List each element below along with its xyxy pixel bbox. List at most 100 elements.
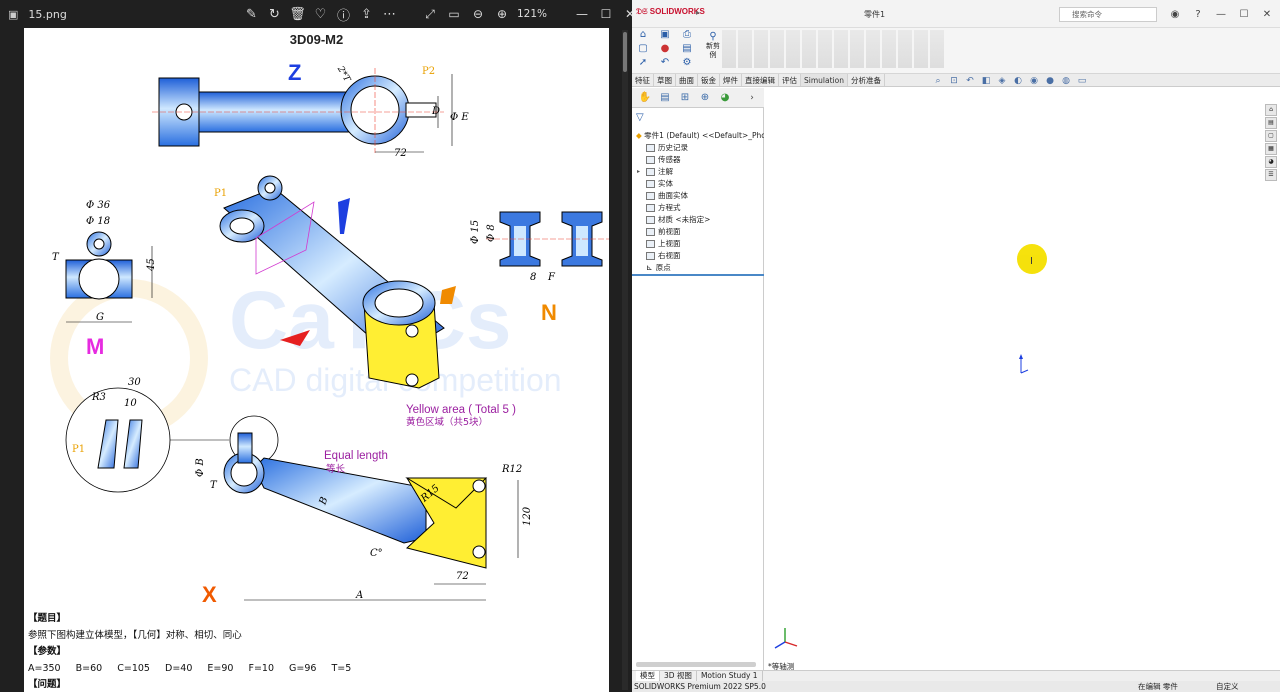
- tab-sketch[interactable]: 草图: [654, 74, 676, 86]
- tree-item-annotations[interactable]: ▸ 注解: [632, 166, 764, 178]
- tab-3d-views[interactable]: 3D 视图: [660, 671, 697, 681]
- new-icon[interactable]: ▢: [636, 43, 650, 54]
- expand-icon[interactable]: ⤢: [418, 0, 442, 28]
- appearances-icon[interactable]: ◕: [1265, 156, 1277, 168]
- tree-item-sensors[interactable]: 传感器: [632, 154, 764, 166]
- info-icon[interactable]: ⓘ: [332, 0, 355, 28]
- configuration-manager-icon[interactable]: ⊞: [676, 90, 694, 106]
- help-icon[interactable]: ?: [1188, 6, 1208, 22]
- rotate-icon[interactable]: ↻: [263, 0, 286, 28]
- fit-icon[interactable]: ▭: [442, 0, 466, 28]
- appearance-icon[interactable]: ●: [1044, 76, 1056, 86]
- print-icon[interactable]: ⎙: [680, 29, 694, 40]
- property-manager-icon[interactable]: ▤: [656, 90, 674, 106]
- minimize-icon[interactable]: —: [1211, 6, 1231, 22]
- ribbon-btn[interactable]: [802, 30, 816, 68]
- more-icon[interactable]: ⋯: [378, 0, 401, 28]
- tab-simulation[interactable]: Simulation: [801, 74, 848, 86]
- previous-view-icon[interactable]: ↶: [964, 76, 976, 86]
- view-palette-icon[interactable]: ▦: [1265, 143, 1277, 155]
- share-icon[interactable]: ⇪: [355, 0, 378, 28]
- view-orientation-icon[interactable]: ◈: [996, 76, 1008, 86]
- zoom-fit-icon[interactable]: ⌕: [932, 76, 944, 86]
- viewer-scrollbar[interactable]: [622, 30, 628, 690]
- tab-sheet-metal[interactable]: 钣金: [698, 74, 720, 86]
- scene-icon[interactable]: ◍: [1060, 76, 1072, 86]
- tab-analysis-prep[interactable]: 分析准备: [848, 74, 885, 86]
- zoom-out-icon[interactable]: ⊖: [466, 0, 490, 28]
- settings-icon[interactable]: ⚙: [680, 57, 694, 68]
- menu-arrow-icon[interactable]: ▸: [696, 8, 700, 17]
- tree-item-surface-bodies[interactable]: 曲面实体: [632, 190, 764, 202]
- close-icon[interactable]: ✕: [1257, 6, 1277, 22]
- delete-icon[interactable]: 🗑: [286, 0, 309, 28]
- design-library-icon[interactable]: ▤: [1265, 117, 1277, 129]
- tab-motion-study[interactable]: Motion Study 1: [697, 671, 763, 681]
- resources-icon[interactable]: ⌂: [1265, 104, 1277, 116]
- file-explorer-icon[interactable]: ▢: [1265, 130, 1277, 142]
- ribbon-btn[interactable]: [770, 30, 784, 68]
- tree-item-history[interactable]: 历史记录: [632, 142, 764, 154]
- undo-icon[interactable]: ↶: [658, 57, 672, 68]
- tree-item-origin[interactable]: ⊾ 原点: [632, 262, 764, 274]
- ribbon-btn[interactable]: [754, 30, 768, 68]
- tree-root[interactable]: ◆ 零件1 (Default) <<Default>_Photo\: [632, 130, 764, 142]
- select-icon[interactable]: ➚: [636, 57, 650, 68]
- ribbon-btn[interactable]: [866, 30, 880, 68]
- ribbon-btn[interactable]: [738, 30, 752, 68]
- expand-icon[interactable]: ▸: [637, 166, 640, 178]
- tab-weldments[interactable]: 焊件: [720, 74, 742, 86]
- tab-features[interactable]: 特征: [632, 74, 654, 86]
- ribbon-btn[interactable]: [722, 30, 736, 68]
- hide-show-icon[interactable]: ◉: [1028, 76, 1040, 86]
- dimxpert-icon[interactable]: ⊕: [696, 90, 714, 106]
- options-icon[interactable]: ▤: [680, 43, 694, 54]
- ribbon-btn[interactable]: [898, 30, 912, 68]
- ribbon-btn[interactable]: [786, 30, 800, 68]
- display-style-icon[interactable]: ◐: [1012, 76, 1024, 86]
- ribbon-btn[interactable]: [930, 30, 944, 68]
- minimize-icon[interactable]: —: [570, 0, 594, 28]
- tab-model[interactable]: 模型: [636, 671, 660, 681]
- zoom-area-icon[interactable]: ⊡: [948, 76, 960, 86]
- part-icon: ◆: [636, 131, 642, 140]
- ribbon-btn[interactable]: [850, 30, 864, 68]
- chevron-right-icon[interactable]: ›: [743, 90, 761, 106]
- edit-icon[interactable]: ✎: [240, 0, 263, 28]
- ribbon-btn[interactable]: [914, 30, 928, 68]
- heart-icon[interactable]: ♡: [309, 0, 332, 28]
- search-commands-input[interactable]: 搜索命令: [1059, 7, 1157, 22]
- tab-direct-editing[interactable]: 直接编辑: [742, 74, 779, 86]
- panel-divider[interactable]: [632, 274, 764, 276]
- status-units[interactable]: 自定义: [1216, 681, 1239, 692]
- custom-properties-icon[interactable]: ☰: [1265, 169, 1277, 181]
- user-icon[interactable]: ◉: [1165, 6, 1185, 22]
- ribbon-btn[interactable]: [882, 30, 896, 68]
- tree-item-top-plane[interactable]: 上视面: [632, 238, 764, 250]
- new-feature-button[interactable]: ⚲ 新剪例: [704, 32, 722, 60]
- tree-item-equations[interactable]: 方程式: [632, 202, 764, 214]
- tree-item-material[interactable]: 材质 <未指定>: [632, 214, 764, 226]
- filter-icon[interactable]: ▽: [636, 112, 644, 123]
- view-settings-icon[interactable]: ▭: [1076, 76, 1088, 86]
- graphics-area[interactable]: [765, 88, 1265, 670]
- tab-evaluate[interactable]: 评估: [779, 74, 801, 86]
- zoom-in-icon[interactable]: ⊕: [490, 0, 514, 28]
- tab-surfaces[interactable]: 曲面: [676, 74, 698, 86]
- scroll-thumb[interactable]: [623, 32, 627, 72]
- display-manager-icon[interactable]: ◕: [716, 90, 734, 106]
- feature-manager-icon[interactable]: ✋: [636, 90, 654, 106]
- maximize-icon[interactable]: ☐: [1234, 6, 1254, 22]
- section-view-icon[interactable]: ◧: [980, 76, 992, 86]
- feature-tree: ◆ 零件1 (Default) <<Default>_Photo\ 历史记录 传…: [632, 130, 764, 274]
- ribbon-btn[interactable]: [834, 30, 848, 68]
- tree-item-right-plane[interactable]: 右视面: [632, 250, 764, 262]
- maximize-icon[interactable]: ☐: [594, 0, 618, 28]
- rebuild-icon[interactable]: ●: [658, 43, 672, 54]
- save-icon[interactable]: ▣: [658, 29, 672, 40]
- tree-item-front-plane[interactable]: 前视面: [632, 226, 764, 238]
- tree-item-solid-bodies[interactable]: 实体: [632, 178, 764, 190]
- ribbon-btn[interactable]: [818, 30, 832, 68]
- home-icon[interactable]: ⌂: [636, 29, 650, 40]
- panel-horizontal-scrollbar[interactable]: [636, 662, 756, 667]
